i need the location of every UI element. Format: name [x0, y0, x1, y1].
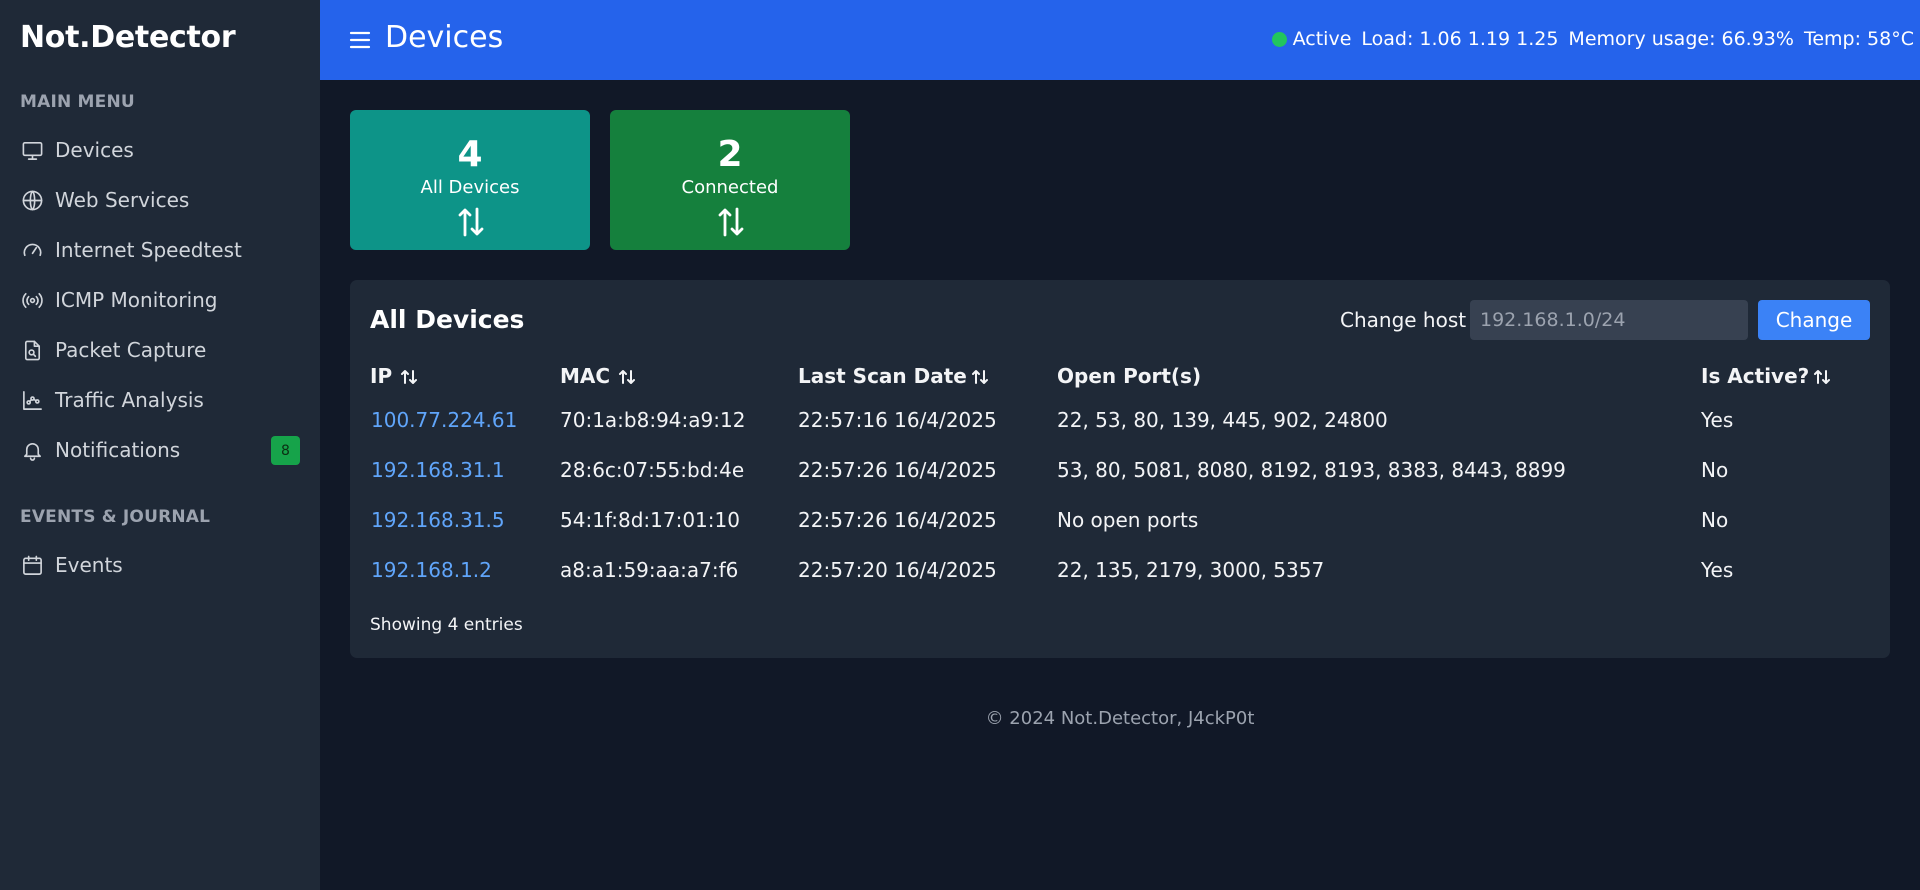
section-events-journal: EVENTS & JOURNAL: [20, 507, 211, 527]
page-title: Devices: [385, 20, 504, 55]
notification-count-badge: 8: [271, 436, 300, 465]
top-header: Devices Active Load: 1.06 1.19 1.25 Memo…: [320, 0, 1920, 80]
scan-date-cell: 22:57:16 16/4/2025: [798, 408, 997, 432]
sidebar-item-label: Web Services: [55, 188, 190, 212]
sidebar-item-icmp-monitoring[interactable]: ICMP Monitoring: [20, 280, 300, 320]
stat-label: Connected: [681, 177, 779, 198]
scan-date-cell: 22:57:26 16/4/2025: [798, 508, 997, 532]
file-search-icon: [20, 338, 44, 362]
memory-readout: Memory usage: 66.93%: [1568, 28, 1794, 50]
load-readout: Load: 1.06 1.19 1.25: [1361, 28, 1559, 50]
hamburger-menu-icon[interactable]: [348, 28, 372, 52]
sidebar-item-traffic-analysis[interactable]: Traffic Analysis: [20, 380, 300, 420]
table-row: 192.168.31.5 54:1f:8d:17:01:10 22:57:26 …: [350, 508, 1890, 558]
sidebar-item-devices[interactable]: Devices: [20, 130, 300, 170]
scan-date-cell: 22:57:26 16/4/2025: [798, 458, 997, 482]
status-dot-icon: [1271, 31, 1287, 47]
entries-count: Showing 4 entries: [370, 615, 523, 635]
host-input[interactable]: [1470, 300, 1748, 340]
section-main-menu: MAIN MENU: [20, 92, 135, 112]
table-row: 100.77.224.61 70:1a:b8:94:a9:12 22:57:16…: [350, 408, 1890, 458]
column-header-is-active[interactable]: Is Active?: [1701, 364, 1831, 388]
column-header-label: Is Active?: [1701, 364, 1810, 388]
mac-cell: a8:a1:59:aa:a7:f6: [560, 558, 739, 582]
sidebar-item-events[interactable]: Events: [20, 545, 300, 585]
ports-cell: 22, 135, 2179, 3000, 5357: [1057, 558, 1325, 582]
monitor-icon: [20, 138, 44, 162]
stat-card-all-devices[interactable]: 4 All Devices: [350, 110, 590, 250]
ip-link[interactable]: 100.77.224.61: [371, 408, 517, 432]
column-header-ip[interactable]: IP: [370, 364, 418, 388]
chart-icon: [20, 388, 44, 412]
sidebar-item-label: Notifications: [55, 438, 181, 462]
column-header-label: MAC: [560, 364, 611, 388]
sort-icon: [618, 367, 636, 385]
stat-value: 2: [717, 134, 743, 175]
sidebar-item-packet-capture[interactable]: Packet Capture: [20, 330, 300, 370]
ports-cell: 22, 53, 80, 139, 445, 902, 24800: [1057, 408, 1388, 432]
scan-date-cell: 22:57:20 16/4/2025: [798, 558, 997, 582]
sidebar: Not.Detector MAIN MENU Devices Web Servi…: [0, 0, 320, 890]
stat-card-connected[interactable]: 2 Connected: [610, 110, 850, 250]
system-status-bar: Active Load: 1.06 1.19 1.25 Memory usage…: [1271, 28, 1914, 50]
change-host-label: Change host: [1340, 308, 1467, 332]
active-cell: Yes: [1701, 408, 1734, 432]
arrows-up-down-icon: [717, 206, 745, 238]
stat-value: 4: [457, 134, 483, 175]
arrows-up-down-icon: [457, 206, 485, 238]
column-header-label: Last Scan Date: [798, 364, 967, 388]
sort-icon: [400, 367, 418, 385]
broadcast-icon: [20, 288, 44, 312]
sidebar-item-label: Events: [55, 553, 123, 577]
brand-logo[interactable]: Not.Detector: [20, 20, 236, 55]
ip-link[interactable]: 192.168.31.5: [371, 508, 505, 532]
ip-link[interactable]: 192.168.31.1: [371, 458, 505, 482]
sidebar-item-label: Packet Capture: [55, 338, 207, 362]
mac-cell: 54:1f:8d:17:01:10: [560, 508, 740, 532]
temp-readout: Temp: 58°C: [1803, 28, 1914, 50]
panel-title: All Devices: [370, 305, 525, 334]
column-header-open-ports: Open Port(s): [1057, 364, 1201, 388]
stat-label: All Devices: [420, 177, 520, 198]
column-header-label: Open Port(s): [1057, 364, 1202, 388]
sidebar-item-web-services[interactable]: Web Services: [20, 180, 300, 220]
mac-cell: 70:1a:b8:94:a9:12: [560, 408, 746, 432]
sidebar-item-label: ICMP Monitoring: [55, 288, 218, 312]
sidebar-item-label: Internet Speedtest: [55, 238, 242, 262]
calendar-icon: [20, 553, 44, 577]
change-host-button[interactable]: Change: [1758, 300, 1870, 340]
status-text: Active: [1292, 28, 1352, 50]
bell-icon: [20, 438, 44, 462]
sidebar-item-internet-speedtest[interactable]: Internet Speedtest: [20, 230, 300, 270]
sort-icon: [971, 367, 989, 385]
sidebar-item-notifications[interactable]: Notifications 8: [20, 430, 300, 470]
active-cell: No: [1701, 508, 1729, 532]
gauge-icon: [20, 238, 44, 262]
active-cell: No: [1701, 458, 1729, 482]
copyright-footer: © 2024 Not.Detector, J4ckP0t: [985, 708, 1255, 729]
column-header-mac[interactable]: MAC: [560, 364, 636, 388]
column-header-label: IP: [370, 364, 393, 388]
globe-icon: [20, 188, 44, 212]
mac-cell: 28:6c:07:55:bd:4e: [560, 458, 745, 482]
devices-panel: All Devices Change host Change IP MAC La…: [350, 280, 1890, 658]
ip-link[interactable]: 192.168.1.2: [371, 558, 492, 582]
ports-cell: 53, 80, 5081, 8080, 8192, 8193, 8383, 84…: [1057, 458, 1566, 482]
sidebar-item-label: Devices: [55, 138, 134, 162]
sidebar-item-label: Traffic Analysis: [55, 388, 204, 412]
column-header-last-scan-date[interactable]: Last Scan Date: [798, 364, 989, 388]
active-cell: Yes: [1701, 558, 1734, 582]
table-row: 192.168.31.1 28:6c:07:55:bd:4e 22:57:26 …: [350, 458, 1890, 508]
table-row: 192.168.1.2 a8:a1:59:aa:a7:f6 22:57:20 1…: [350, 558, 1890, 608]
sort-icon: [1813, 367, 1831, 385]
ports-cell: No open ports: [1057, 508, 1199, 532]
